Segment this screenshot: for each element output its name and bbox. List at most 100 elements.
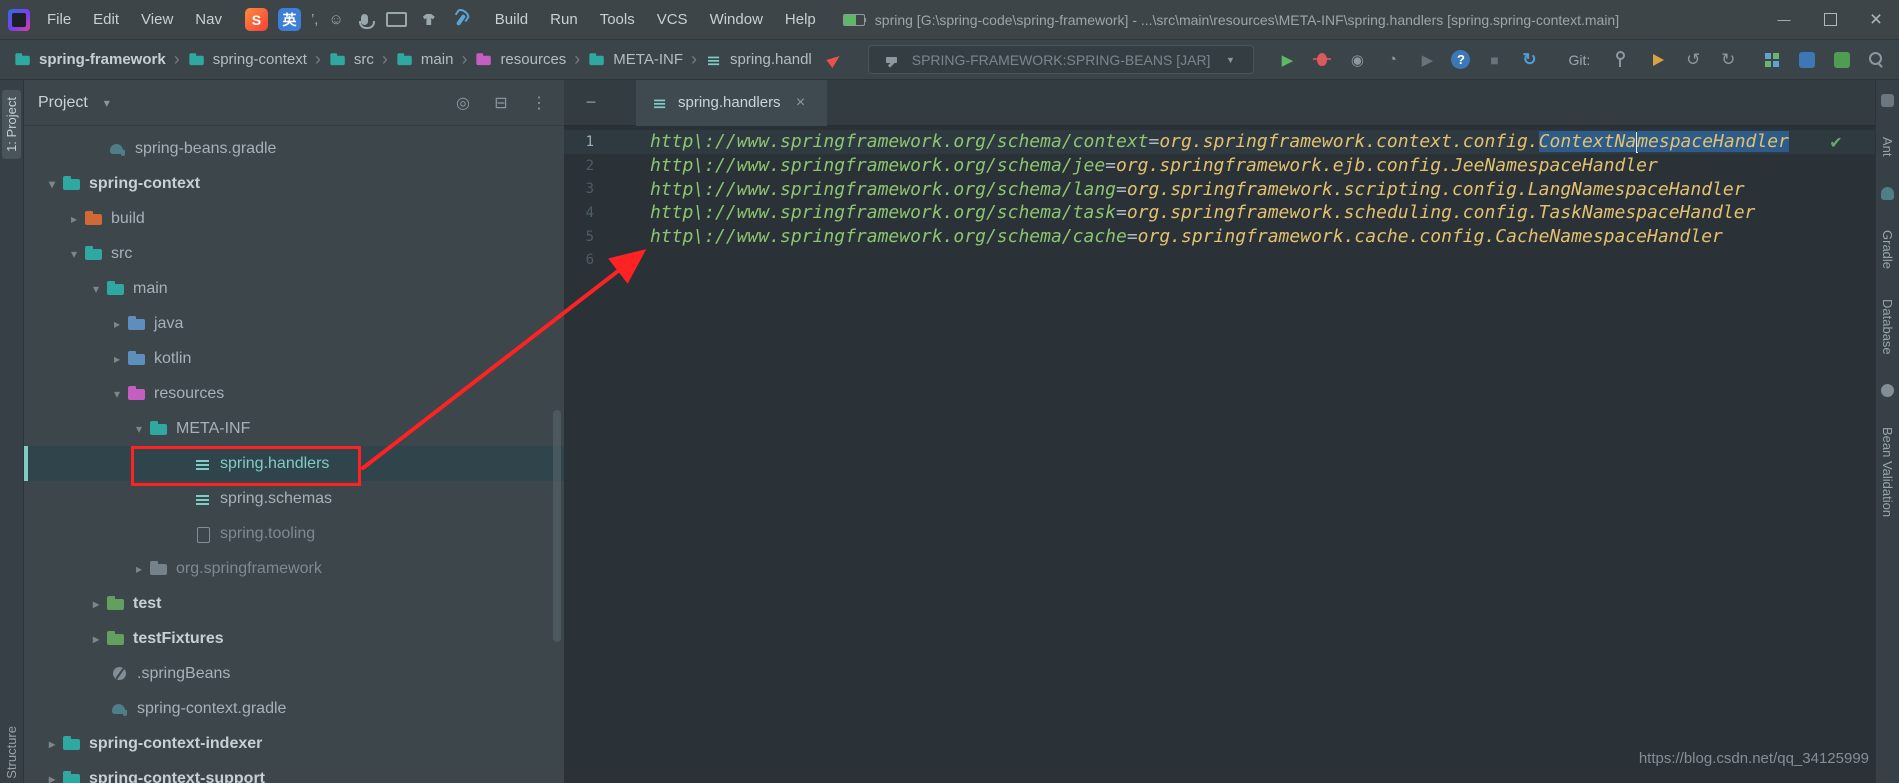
chevron-open-icon[interactable]: ▾ bbox=[128, 422, 150, 436]
skin-icon[interactable] bbox=[418, 9, 440, 31]
ime-toolbox-icon[interactable] bbox=[450, 9, 472, 31]
close-tab-icon[interactable] bbox=[790, 92, 812, 114]
soft-keyboard-icon[interactable] bbox=[386, 9, 408, 31]
chevron-open-icon[interactable]: ▾ bbox=[106, 387, 128, 401]
menu-tools[interactable]: Tools bbox=[591, 7, 644, 32]
inspections-ok-icon[interactable] bbox=[1825, 132, 1847, 154]
tree-row[interactable]: ▾main bbox=[24, 271, 564, 306]
tree-row[interactable]: ▸test bbox=[24, 586, 564, 621]
tree-row[interactable]: ▾resources bbox=[24, 376, 564, 411]
git-branch-icon[interactable] bbox=[1612, 49, 1634, 71]
tree-row[interactable]: ▸org.springframework bbox=[24, 551, 564, 586]
chevron-closed-icon[interactable]: ▸ bbox=[41, 737, 63, 751]
tree-row[interactable]: spring.handlers bbox=[24, 446, 564, 481]
run-anything-icon[interactable] bbox=[824, 49, 846, 71]
undo-history-icon[interactable] bbox=[1682, 49, 1704, 71]
tree-row[interactable]: ▸spring-context-support bbox=[24, 761, 564, 783]
menu-build[interactable]: Build bbox=[486, 7, 537, 32]
tree-row[interactable]: spring.tooling bbox=[24, 516, 564, 551]
translate-icon[interactable] bbox=[1796, 49, 1818, 71]
collapse-all-icon[interactable] bbox=[490, 92, 512, 114]
database-tool-window-tab[interactable]: Database bbox=[1880, 299, 1895, 355]
menu-edit[interactable]: Edit bbox=[84, 7, 128, 32]
structure-tool-window-tab[interactable]: Structure bbox=[4, 726, 19, 779]
tree-row[interactable]: ▸build bbox=[24, 201, 564, 236]
search-icon[interactable] bbox=[1866, 49, 1888, 71]
chevron-closed-icon[interactable]: ▸ bbox=[106, 317, 128, 331]
chevron-open-icon[interactable]: ▾ bbox=[63, 247, 85, 261]
emoji-icon[interactable]: ☺ bbox=[328, 11, 343, 28]
ant-tool-window-tab[interactable]: Ant bbox=[1880, 137, 1895, 157]
project-scrollbar[interactable] bbox=[553, 410, 561, 642]
breadcrumb-item[interactable]: META-INF bbox=[588, 51, 683, 68]
editor-tab[interactable]: spring.handlers bbox=[636, 80, 827, 126]
microphone-icon[interactable] bbox=[354, 9, 376, 31]
breadcrumb-item[interactable]: src bbox=[329, 51, 374, 68]
chevron-closed-icon[interactable]: ▸ bbox=[85, 597, 107, 611]
breadcrumb-item[interactable]: resources bbox=[475, 51, 566, 68]
tree-row[interactable]: ▾META-INF bbox=[24, 411, 564, 446]
tree-row[interactable]: ▾spring-context bbox=[24, 166, 564, 201]
stop-icon[interactable] bbox=[1483, 49, 1505, 71]
punctuation-icon[interactable]: ’, bbox=[311, 11, 319, 28]
tree-row[interactable]: ▸java bbox=[24, 306, 564, 341]
tree-row[interactable]: ▾src bbox=[24, 236, 564, 271]
menu-file[interactable]: File bbox=[38, 7, 80, 32]
project-tool-window-tab[interactable]: 1: Project bbox=[2, 90, 21, 159]
tree-row[interactable]: ▸testFixtures bbox=[24, 621, 564, 656]
equals-sign: = bbox=[1127, 226, 1138, 247]
menu-vcs[interactable]: VCS bbox=[648, 7, 697, 32]
folder-teal-icon bbox=[63, 771, 81, 783]
maximize-button[interactable] bbox=[1807, 0, 1853, 40]
redo-history-icon[interactable] bbox=[1717, 49, 1739, 71]
tree-row[interactable]: spring.schemas bbox=[24, 481, 564, 516]
chevron-closed-icon[interactable]: ▸ bbox=[41, 772, 63, 783]
hide-panel-icon[interactable] bbox=[580, 92, 602, 114]
chevron-open-icon[interactable]: ▾ bbox=[41, 177, 63, 191]
tree-row[interactable]: .springBeans bbox=[24, 656, 564, 691]
run-configuration-select[interactable]: SPRING-FRAMEWORK:SPRING-BEANS [JAR] bbox=[868, 45, 1255, 74]
menu-run[interactable]: Run bbox=[541, 7, 587, 32]
menu-nav[interactable]: Nav bbox=[186, 7, 231, 32]
chevron-closed-icon[interactable]: ▸ bbox=[106, 352, 128, 366]
minimize-button[interactable] bbox=[1761, 0, 1807, 40]
menu-help[interactable]: Help bbox=[776, 7, 825, 32]
tree-row[interactable]: ▸kotlin bbox=[24, 341, 564, 376]
chevron-closed-icon[interactable]: ▸ bbox=[128, 562, 150, 576]
menu-window[interactable]: Window bbox=[701, 7, 772, 32]
breadcrumb-item[interactable]: spring-framework bbox=[14, 51, 166, 68]
git-push-icon[interactable] bbox=[1647, 49, 1669, 71]
tree-item-label: spring-beans.gradle bbox=[135, 140, 276, 158]
close-button[interactable] bbox=[1853, 0, 1899, 40]
screenshot-icon[interactable] bbox=[1831, 49, 1853, 71]
locate-file-icon[interactable] bbox=[452, 92, 474, 114]
chevron-closed-icon[interactable]: ▸ bbox=[85, 632, 107, 646]
profiler-icon[interactable] bbox=[1381, 49, 1403, 71]
project-view-select[interactable]: Project bbox=[38, 92, 118, 114]
notifications-icon[interactable] bbox=[1881, 94, 1894, 107]
tree-item-label: spring-context.gradle bbox=[137, 700, 286, 718]
code-editor[interactable]: 1http\://www.springframework.org/schema/… bbox=[564, 127, 1875, 783]
gradle-file-icon bbox=[111, 701, 129, 717]
language-mode-icon[interactable]: 英 bbox=[278, 8, 301, 31]
breadcrumb-item[interactable]: main bbox=[396, 51, 454, 68]
menu-view[interactable]: View bbox=[132, 7, 182, 32]
tree-row[interactable]: spring-beans.gradle bbox=[24, 131, 564, 166]
sogou-input-icon[interactable]: S bbox=[245, 8, 268, 31]
run-with-coverage-icon[interactable] bbox=[1346, 49, 1368, 71]
bean-validation-tool-window-tab[interactable]: Bean Validation bbox=[1880, 427, 1895, 517]
chevron-open-icon[interactable]: ▾ bbox=[85, 282, 107, 296]
help-icon[interactable] bbox=[1451, 50, 1470, 69]
breadcrumb-item[interactable]: spring-context bbox=[188, 51, 307, 68]
debug-button[interactable] bbox=[1311, 49, 1333, 71]
run-button[interactable] bbox=[1276, 49, 1298, 71]
run-disabled-icon[interactable] bbox=[1416, 49, 1438, 71]
grid-view-icon[interactable] bbox=[1761, 49, 1783, 71]
tree-row[interactable]: ▸spring-context-indexer bbox=[24, 726, 564, 761]
options-menu-icon[interactable] bbox=[528, 92, 550, 114]
breadcrumb-item[interactable]: spring.handl bbox=[705, 51, 812, 68]
rerun-icon[interactable] bbox=[1518, 49, 1540, 71]
chevron-closed-icon[interactable]: ▸ bbox=[63, 212, 85, 226]
gradle-tool-window-tab[interactable]: Gradle bbox=[1880, 230, 1895, 269]
tree-row[interactable]: spring-context.gradle bbox=[24, 691, 564, 726]
